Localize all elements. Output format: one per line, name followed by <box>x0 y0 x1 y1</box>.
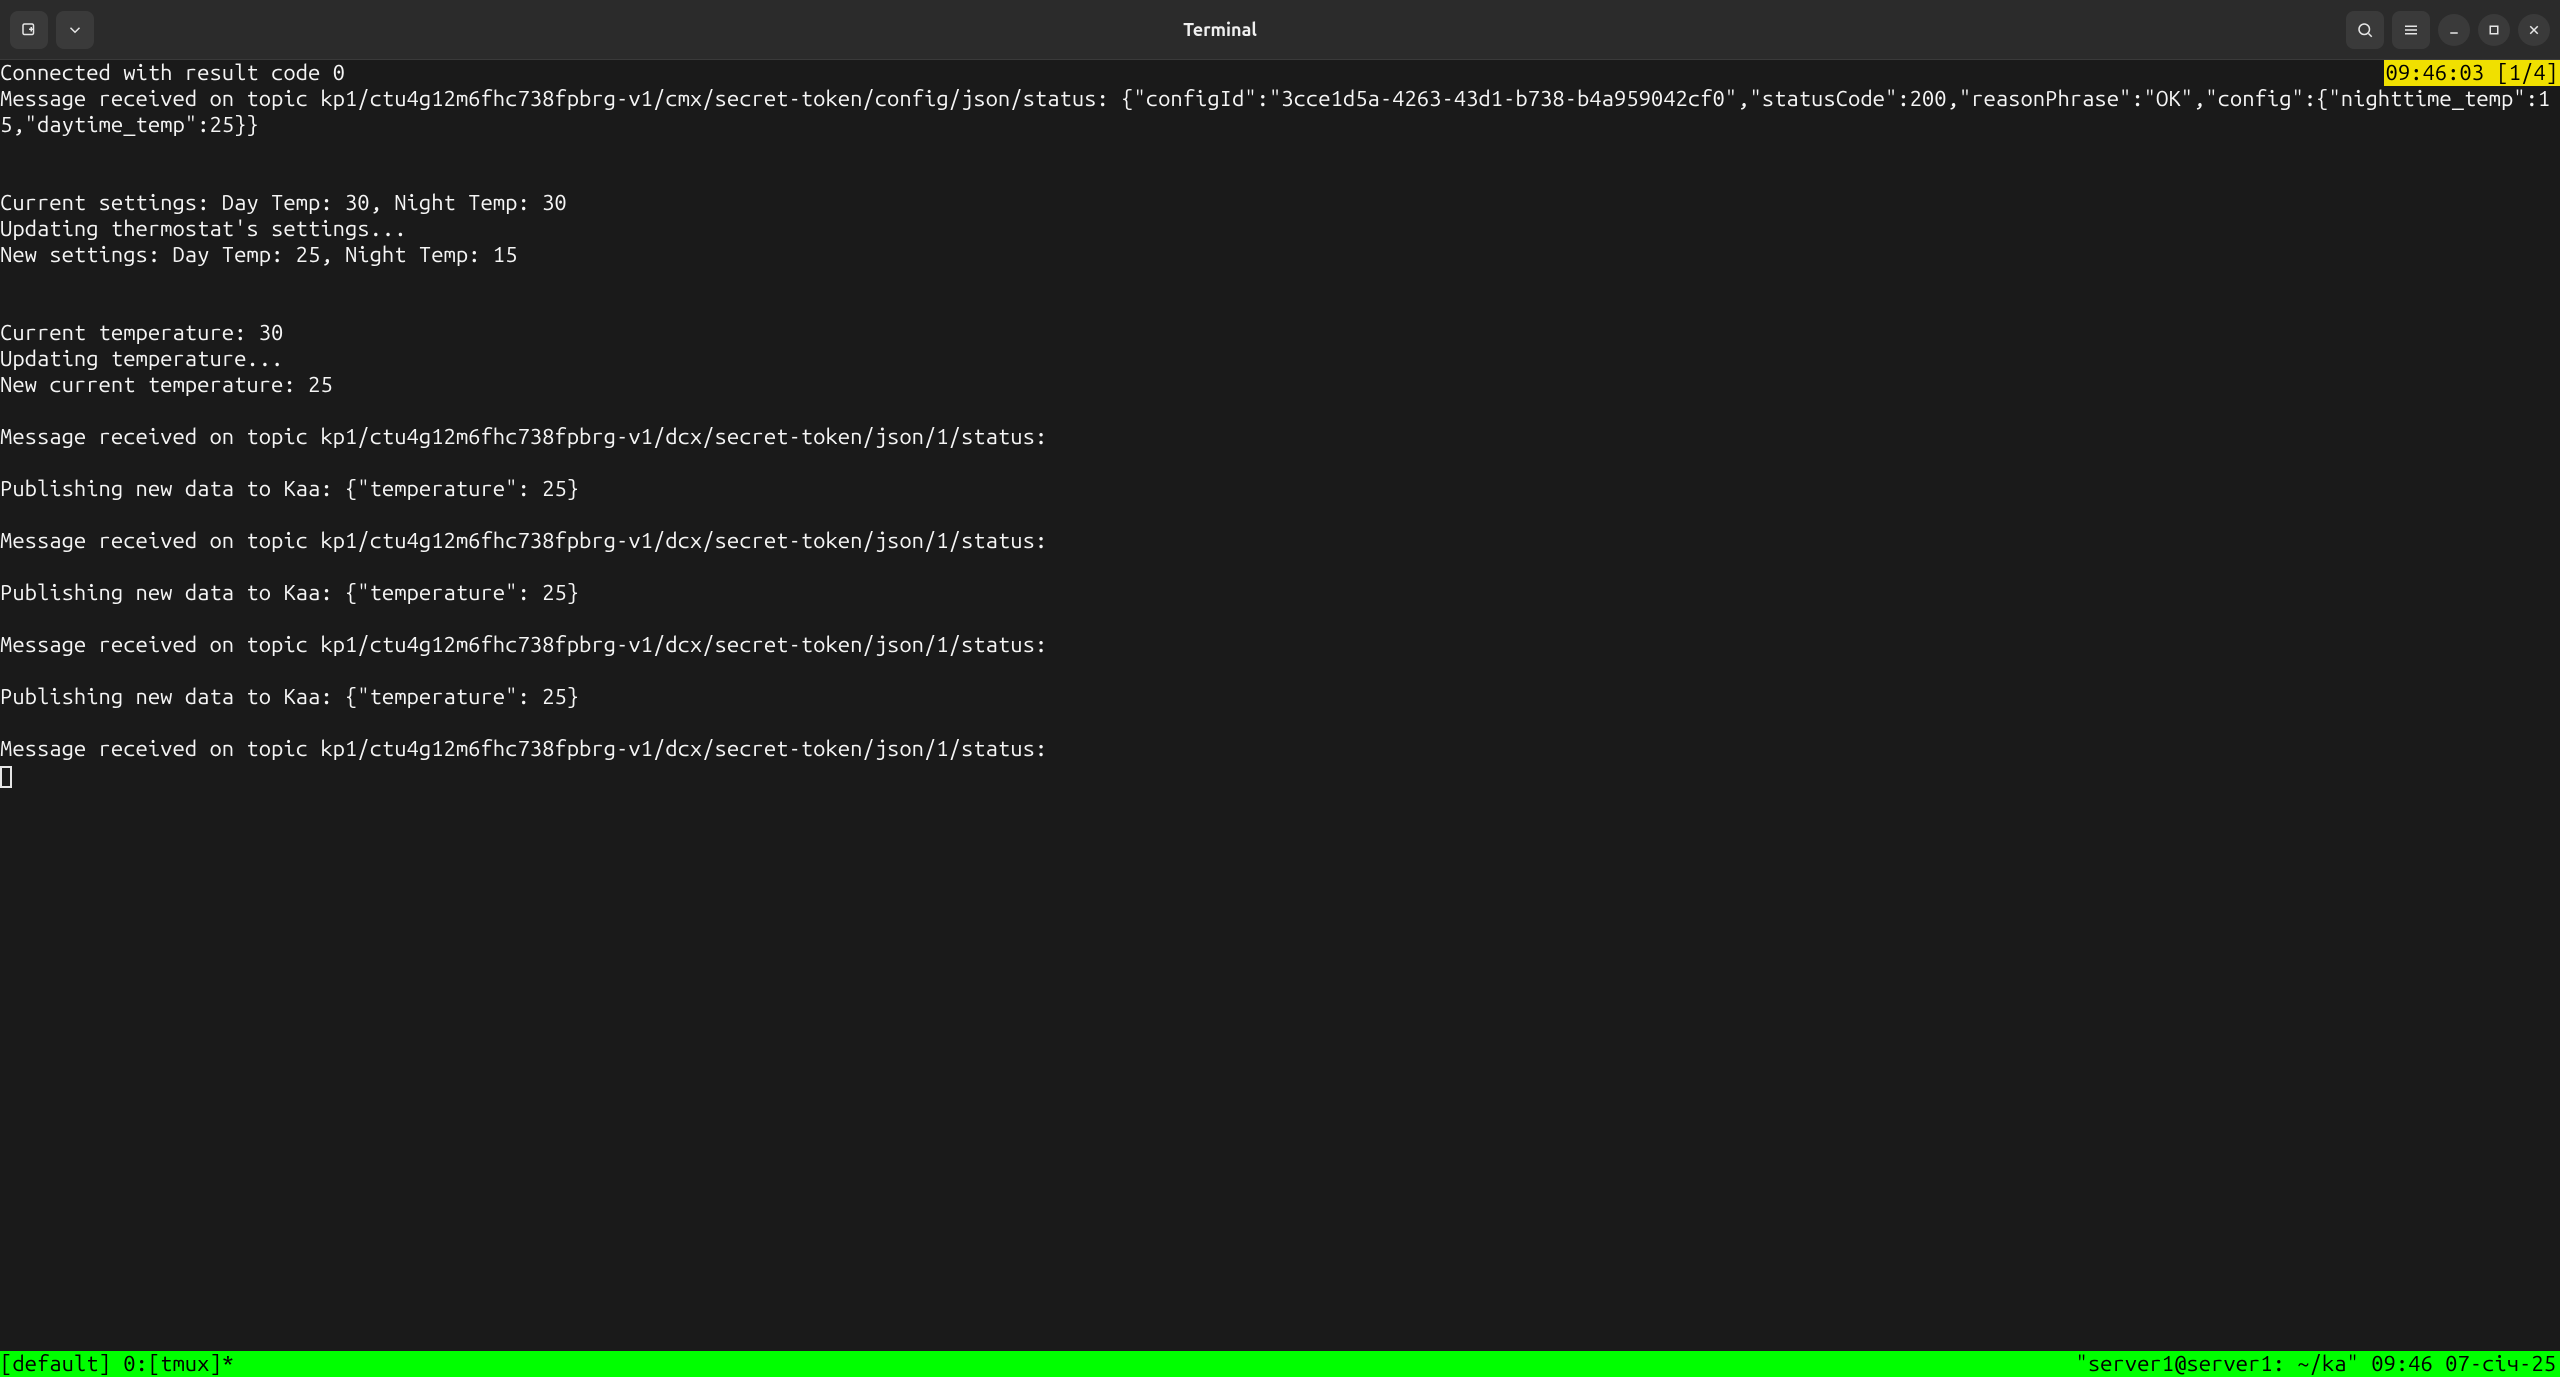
new-tab-button[interactable] <box>10 11 48 49</box>
close-button[interactable] <box>2518 14 2550 46</box>
tmux-status-bar: [default] 0:[tmux]* "server1@server1: ~/… <box>0 1351 2560 1377</box>
titlebar: Terminal <box>0 0 2560 60</box>
terminal-line: Message received on topic kp1/ctu4g12m6f… <box>0 86 2560 138</box>
tmux-status-left: [default] 0:[tmux]* <box>0 1351 234 1377</box>
terminal-line: Message received on topic kp1/ctu4g12m6f… <box>0 632 2560 658</box>
cursor-line <box>0 762 2560 788</box>
terminal-line: Message received on topic kp1/ctu4g12m6f… <box>0 736 2560 762</box>
terminal-line <box>0 450 2560 476</box>
terminal-output[interactable]: Connected with result code 0Message rece… <box>0 60 2560 1351</box>
search-icon <box>2356 21 2374 39</box>
terminal-line: Current temperature: 30 <box>0 320 2560 346</box>
terminal-line <box>0 164 2560 190</box>
minimize-button[interactable] <box>2438 14 2470 46</box>
search-button[interactable] <box>2346 11 2384 49</box>
hamburger-menu-button[interactable] <box>2392 11 2430 49</box>
terminal-line: Updating thermostat's settings... <box>0 216 2560 242</box>
maximize-button[interactable] <box>2478 14 2510 46</box>
terminal-line <box>0 502 2560 528</box>
terminal-line: New settings: Day Temp: 25, Night Temp: … <box>0 242 2560 268</box>
new-tab-icon <box>20 21 38 39</box>
terminal-line: Current settings: Day Temp: 30, Night Te… <box>0 190 2560 216</box>
terminal-line <box>0 268 2560 294</box>
terminal-line: Publishing new data to Kaa: {"temperatur… <box>0 476 2560 502</box>
terminal-line: Message received on topic kp1/ctu4g12m6f… <box>0 528 2560 554</box>
terminal-line <box>0 658 2560 684</box>
terminal-area[interactable]: 09:46:03 [1/4] Connected with result cod… <box>0 60 2560 1377</box>
terminal-line: New current temperature: 25 <box>0 372 2560 398</box>
tmux-time-pane-badge: 09:46:03 [1/4] <box>2384 60 2560 86</box>
minimize-icon <box>2445 21 2463 39</box>
cursor <box>0 766 12 788</box>
chevron-down-icon <box>66 21 84 39</box>
terminal-line: Connected with result code 0 <box>0 60 2560 86</box>
terminal-line: Publishing new data to Kaa: {"temperatur… <box>0 684 2560 710</box>
terminal-line <box>0 138 2560 164</box>
close-icon <box>2525 21 2543 39</box>
maximize-icon <box>2485 21 2503 39</box>
window-title: Terminal <box>94 20 2346 40</box>
terminal-line: Publishing new data to Kaa: {"temperatur… <box>0 580 2560 606</box>
terminal-line <box>0 294 2560 320</box>
titlebar-left <box>10 11 94 49</box>
tmux-status-right: "server1@server1: ~/ka" 09:46 07-січ-25 <box>2076 1351 2560 1377</box>
hamburger-icon <box>2402 21 2420 39</box>
terminal-line <box>0 606 2560 632</box>
terminal-line: Updating temperature... <box>0 346 2560 372</box>
terminal-line: Message received on topic kp1/ctu4g12m6f… <box>0 424 2560 450</box>
titlebar-right <box>2346 11 2550 49</box>
tab-dropdown-button[interactable] <box>56 11 94 49</box>
terminal-line <box>0 398 2560 424</box>
terminal-line <box>0 710 2560 736</box>
terminal-line <box>0 554 2560 580</box>
